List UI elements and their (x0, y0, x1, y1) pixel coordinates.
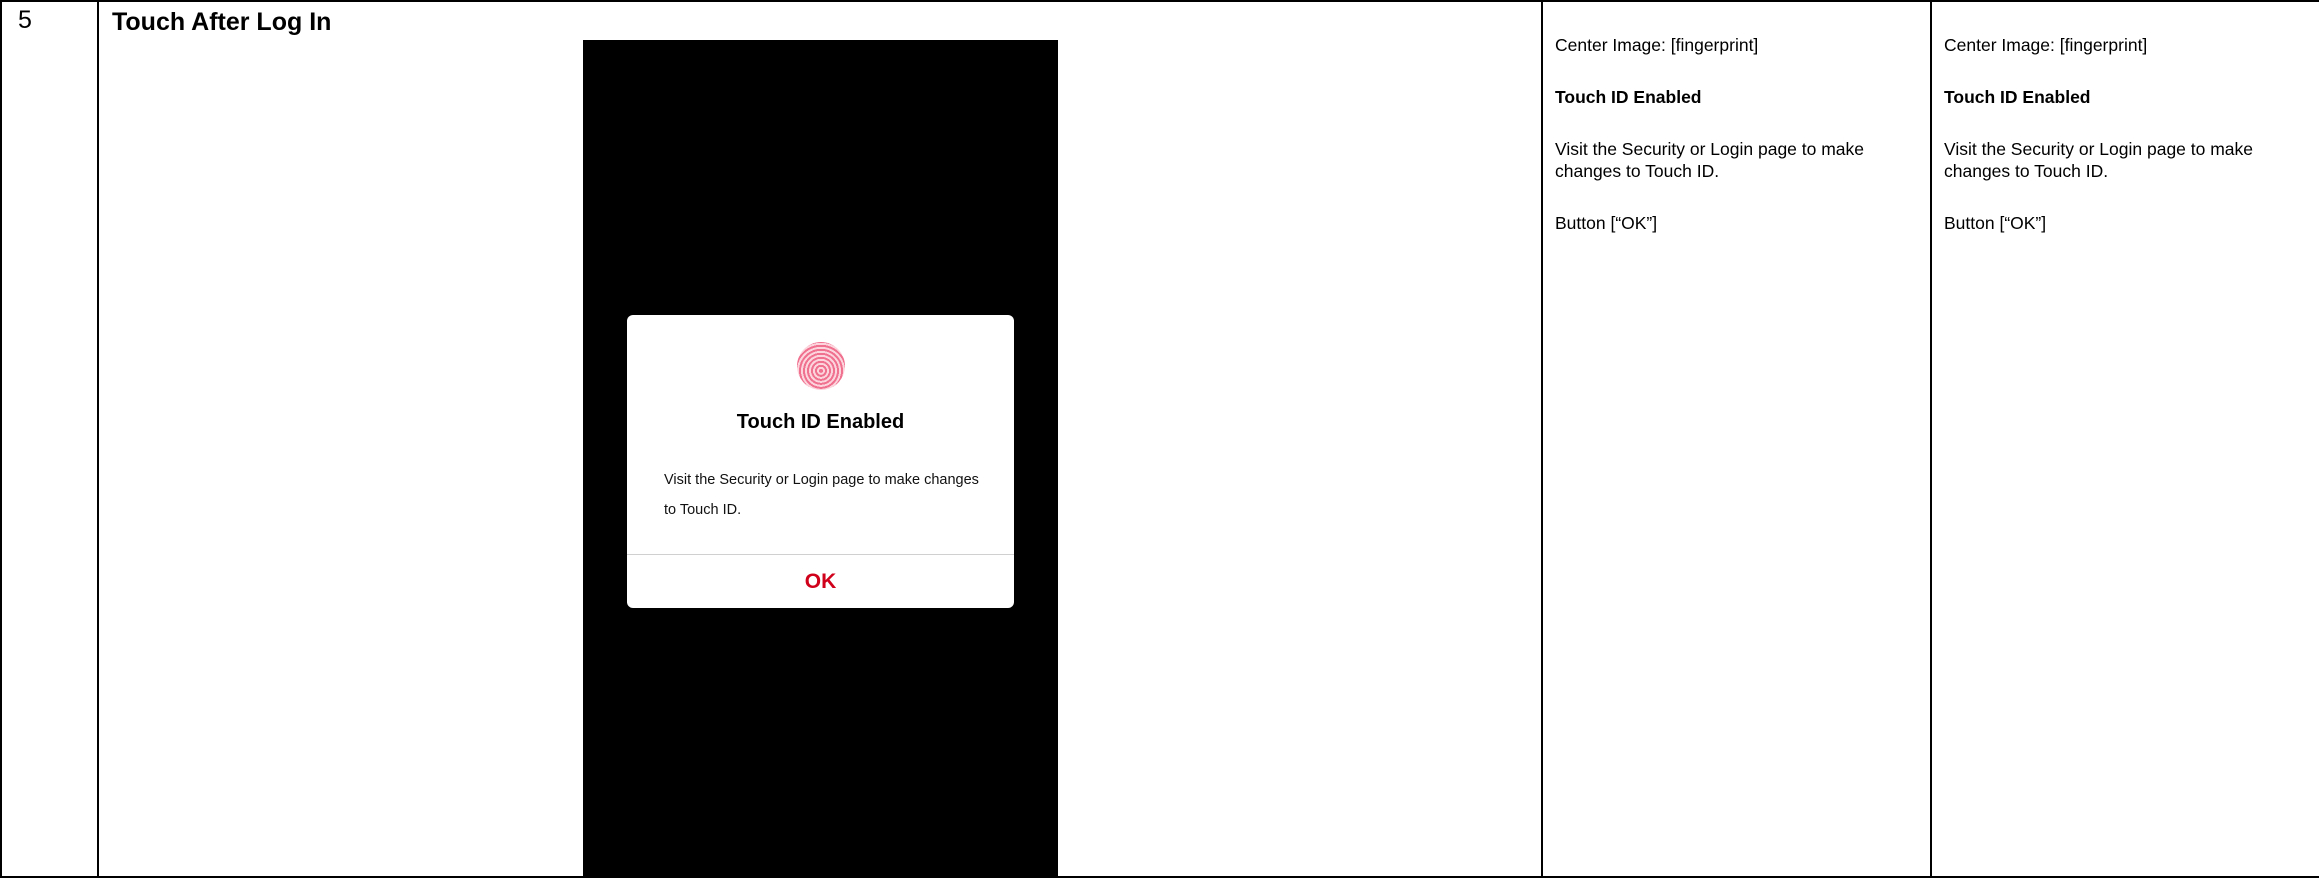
row-title: Touch After Log In (112, 8, 332, 36)
row-number: 5 (18, 6, 32, 34)
ok-button[interactable]: OK (627, 555, 1014, 608)
spec-cell-1: Center Image: [fingerprint] Touch ID Ena… (1541, 0, 1932, 878)
spec-heading: Touch ID Enabled (1555, 87, 1702, 107)
spec-heading: Touch ID Enabled (1944, 87, 2091, 107)
center-image-label: Center Image: [fingerprint] (1944, 35, 2148, 55)
touch-id-alert: Touch ID Enabled Visit the Security or L… (627, 315, 1014, 608)
alert-message: Visit the Security or Login page to make… (664, 472, 979, 518)
alert-title: Touch ID Enabled (736, 411, 905, 433)
row-number-cell: 5 (0, 0, 99, 878)
phone-screenshot: Touch ID Enabled Visit the Security or L… (583, 40, 1058, 875)
screen-cell: Touch After Log In Touch ID Enabled Visi… (97, 0, 1543, 878)
fingerprint-icon (797, 342, 845, 390)
spec-body: Visit the Security or Login page to make… (1944, 139, 2254, 181)
spec-cell-2: Center Image: [fingerprint] Touch ID Ena… (1930, 0, 2319, 878)
table-row: 5 Touch After Log In Touch ID Enabled Vi… (0, 0, 2319, 878)
spec-table: 5 Touch After Log In Touch ID Enabled Vi… (0, 0, 2319, 878)
center-image-label: Center Image: [fingerprint] (1555, 35, 1759, 55)
spec-button: Button [“OK”] (1944, 213, 2047, 233)
spec-body: Visit the Security or Login page to make… (1555, 139, 1865, 181)
spec-button: Button [“OK”] (1555, 213, 1658, 233)
